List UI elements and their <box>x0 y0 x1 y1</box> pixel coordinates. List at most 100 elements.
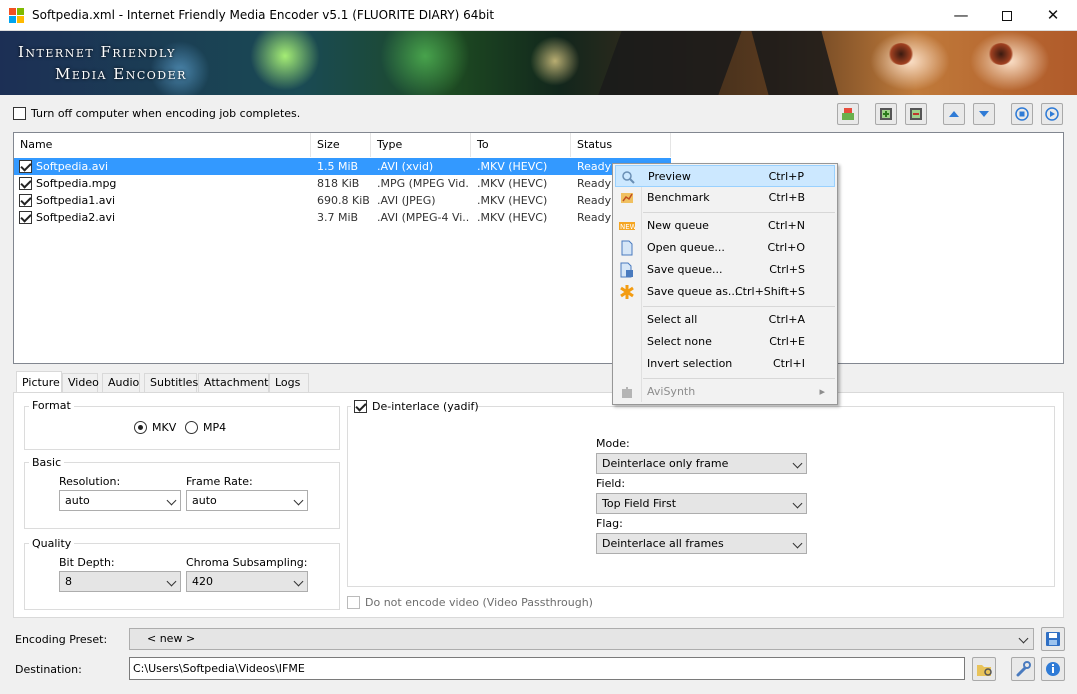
stop-icon[interactable] <box>1011 103 1033 125</box>
chevron-down-icon <box>1018 633 1029 644</box>
passthrough-checkbox[interactable] <box>347 596 360 609</box>
chroma-select[interactable]: 420 <box>186 571 308 592</box>
preset-select[interactable]: < new > <box>129 628 1034 650</box>
remove-video-icon[interactable] <box>905 103 927 125</box>
column-header-status[interactable]: Status <box>571 133 671 157</box>
start-icon[interactable] <box>1041 103 1063 125</box>
resolution-label: Resolution: <box>59 475 121 488</box>
flag-label: Flag: <box>596 517 623 530</box>
menu-item-preview[interactable]: Preview Ctrl+P <box>615 165 835 187</box>
format-mp4-radio[interactable] <box>185 421 198 434</box>
file-name: Softpedia.avi <box>36 160 109 173</box>
add-video-icon[interactable] <box>875 103 897 125</box>
preset-label: Encoding Preset: <box>15 633 108 646</box>
tab-picture[interactable]: Picture <box>16 371 62 393</box>
menu-item-avisynth[interactable]: AviSynth ▸ <box>615 381 835 403</box>
deinterlace-label: De-interlace (yadif) <box>372 400 479 413</box>
menu-item-benchmark[interactable]: Benchmark Ctrl+B <box>615 187 835 209</box>
mode-select[interactable]: Deinterlace only frame <box>596 453 807 474</box>
menu-item-save-queue[interactable]: Save queue... Ctrl+S <box>615 259 835 281</box>
add-files-icon[interactable] <box>837 103 859 125</box>
settings-button[interactable] <box>1011 657 1035 681</box>
open-document-icon <box>621 240 633 256</box>
destination-input[interactable]: C:\Users\Softpedia\Videos\IFME <box>129 657 965 680</box>
file-type: .AVI (JPEG) <box>377 194 436 207</box>
framerate-select[interactable]: auto <box>186 490 308 511</box>
basic-group-title: Basic <box>29 456 65 469</box>
preset-value: < new > <box>147 632 196 645</box>
framerate-label: Frame Rate: <box>186 475 253 488</box>
file-size: 3.7 MiB <box>317 211 359 224</box>
chroma-value: 420 <box>192 575 213 588</box>
browse-folder-button[interactable] <box>972 657 996 681</box>
chroma-label: Chroma Subsampling: <box>186 556 308 569</box>
column-header-name[interactable]: Name <box>14 133 311 157</box>
svg-text:NEW: NEW <box>620 223 635 231</box>
field-select[interactable]: Top Field First <box>596 493 807 514</box>
shutdown-checkbox[interactable] <box>13 107 26 120</box>
column-header-type[interactable]: Type <box>371 133 471 157</box>
row-checkbox[interactable] <box>19 211 32 224</box>
format-mkv-radio[interactable] <box>134 421 147 434</box>
tab-subtitles[interactable]: Subtitles <box>144 373 198 393</box>
framerate-value: auto <box>192 494 217 507</box>
table-row[interactable]: Softpedia.avi 1.5 MiB .AVI (xvid) .MKV (… <box>14 158 671 175</box>
title-bar: Softpedia.xml - Internet Friendly Media … <box>0 0 1077 31</box>
row-checkbox[interactable] <box>19 160 32 173</box>
menu-item-invert-selection[interactable]: Invert selection Ctrl+I <box>615 353 835 375</box>
menu-item-save-queue-as[interactable]: Save queue as... Ctrl+Shift+S <box>615 281 835 303</box>
tab-video[interactable]: Video <box>62 373 99 393</box>
row-checkbox[interactable] <box>19 194 32 207</box>
column-header-to[interactable]: To <box>471 133 571 157</box>
window-title: Softpedia.xml - Internet Friendly Media … <box>32 8 495 22</box>
about-button[interactable] <box>1041 657 1065 681</box>
file-size: 1.5 MiB <box>317 160 359 173</box>
file-name: Softpedia.mpg <box>36 177 117 190</box>
tab-logs[interactable]: Logs <box>269 373 309 393</box>
passthrough-label: Do not encode video (Video Passthrough) <box>365 596 593 609</box>
column-header-size[interactable]: Size <box>311 133 371 157</box>
field-label: Field: <box>596 477 626 490</box>
file-queue-list[interactable]: Name Size Type To Status Softpedia.avi 1… <box>13 132 1064 364</box>
flag-select[interactable]: Deinterlace all frames <box>596 533 807 554</box>
benchmark-icon <box>621 193 633 203</box>
tab-audio[interactable]: Audio <box>102 373 140 393</box>
file-target: .MKV (HEVC) <box>477 194 548 207</box>
minimize-icon[interactable]: — <box>938 0 984 31</box>
file-target: .MKV (HEVC) <box>477 177 548 190</box>
file-type: .AVI (MPEG-4 Vi... <box>377 211 469 224</box>
menu-item-open-queue[interactable]: Open queue... Ctrl+O <box>615 237 835 259</box>
context-menu: Preview Ctrl+P Benchmark Ctrl+B NEW New qu… <box>612 163 838 405</box>
table-row[interactable]: Softpedia.mpg 818 KiB .MPG (MPEG Vid... … <box>14 175 671 192</box>
mode-value: Deinterlace only frame <box>602 457 729 470</box>
chevron-down-icon <box>293 576 304 587</box>
bitdepth-label: Bit Depth: <box>59 556 115 569</box>
wrench-icon <box>1016 661 1031 677</box>
deinterlace-header: De-interlace (yadif) <box>351 399 479 415</box>
table-row[interactable]: Softpedia2.avi 3.7 MiB .AVI (MPEG-4 Vi..… <box>14 209 671 226</box>
deinterlace-checkbox[interactable] <box>354 400 367 413</box>
save-preset-button[interactable] <box>1041 627 1065 651</box>
file-name: Softpedia1.avi <box>36 194 116 207</box>
chevron-down-icon <box>792 458 803 469</box>
maximize-icon[interactable] <box>984 0 1030 31</box>
bitdepth-select[interactable]: 8 <box>59 571 181 592</box>
submenu-arrow-icon: ▸ <box>819 385 825 398</box>
move-down-icon[interactable] <box>973 103 995 125</box>
move-up-icon[interactable] <box>943 103 965 125</box>
row-checkbox[interactable] <box>19 177 32 190</box>
folder-icon <box>977 665 992 676</box>
bitdepth-value: 8 <box>65 575 72 588</box>
table-row[interactable]: Softpedia1.avi 690.8 KiB .AVI (JPEG) .MK… <box>14 192 671 209</box>
format-group <box>24 406 340 450</box>
chevron-down-icon <box>166 495 177 506</box>
resolution-select[interactable]: auto <box>59 490 181 511</box>
tab-attachments[interactable]: Attachments <box>198 373 274 393</box>
menu-item-select-none[interactable]: Select none Ctrl+E <box>615 331 835 353</box>
close-icon[interactable]: ✕ <box>1030 0 1076 31</box>
menu-item-new-queue[interactable]: NEW New queue Ctrl+N <box>615 215 835 237</box>
menu-item-select-all[interactable]: Select all Ctrl+A <box>615 309 835 331</box>
resolution-value: auto <box>65 494 90 507</box>
flag-value: Deinterlace all frames <box>602 537 724 550</box>
new-icon: NEW <box>619 222 635 231</box>
